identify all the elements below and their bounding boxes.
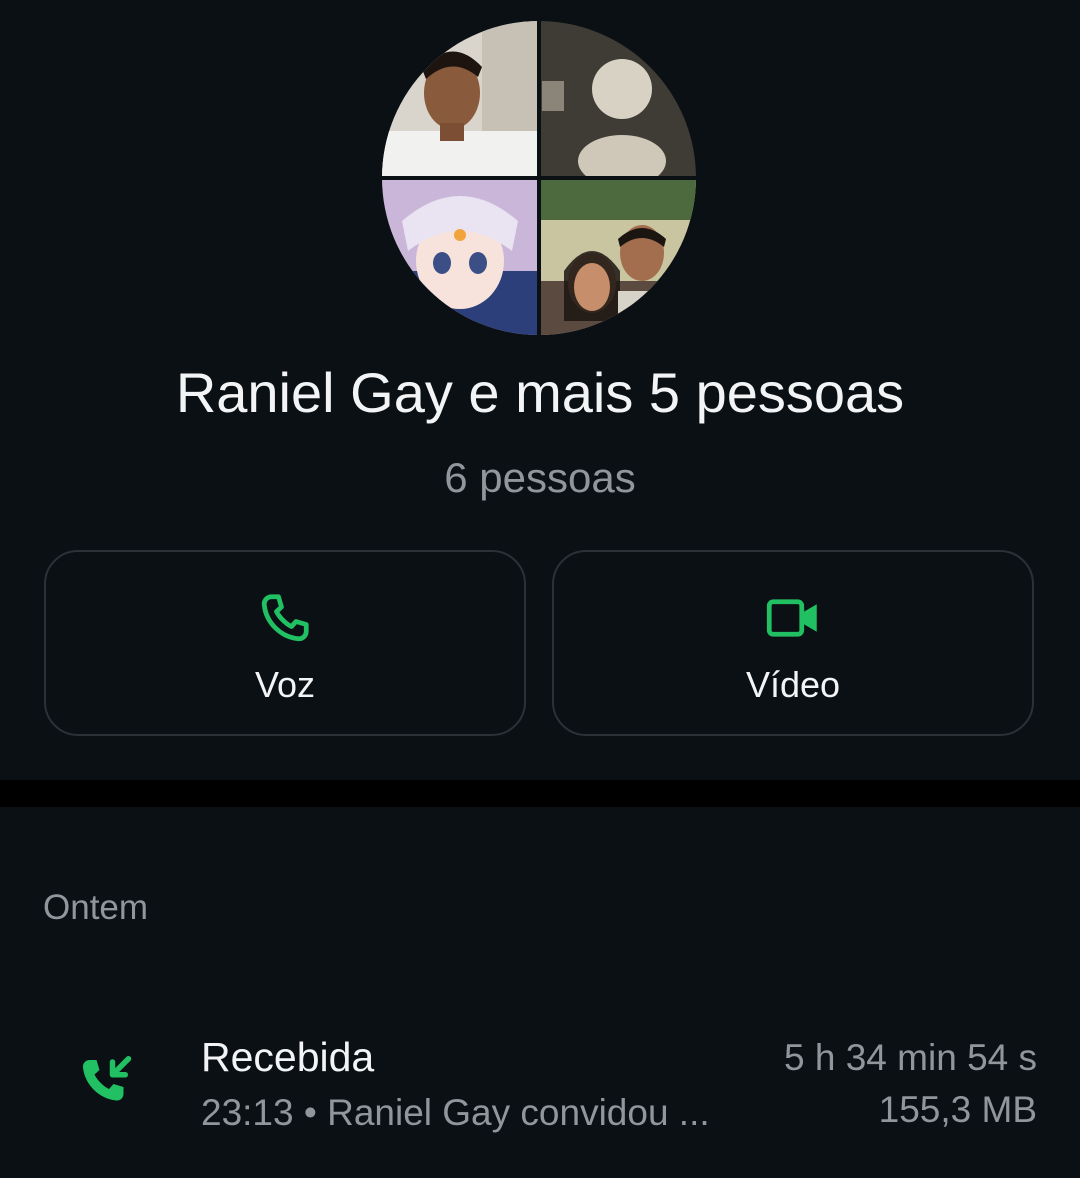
- call-title: Raniel Gay e mais 5 pessoas: [175, 361, 905, 424]
- date-section-label: Ontem: [43, 888, 149, 927]
- participant-count: 6 pessoas: [444, 454, 636, 501]
- call-log-item[interactable]: Recebida 23:13 • Raniel Gay convidou ...…: [0, 1020, 1080, 1160]
- call-type: Recebida: [201, 1034, 375, 1080]
- section-divider: [0, 780, 1080, 807]
- group-avatar: [382, 21, 696, 335]
- incoming-call-icon: [82, 1056, 132, 1101]
- call-info-header: Raniel Gay e mais 5 pessoas 6 pessoas Vo…: [0, 0, 1080, 780]
- video-call-label: Vídeo: [745, 664, 841, 705]
- video-camera-icon: [766, 599, 817, 637]
- avatar-photo-2: [541, 21, 696, 187]
- group-avatar-icon: [382, 21, 696, 335]
- avatar-photo-3: [382, 180, 537, 335]
- avatar-photo-1: [382, 21, 537, 176]
- call-data-size: 155,3 MB: [878, 1089, 1037, 1130]
- phone-icon: [261, 594, 309, 642]
- voice-call-label: Voz: [254, 664, 316, 705]
- call-detail: 23:13 • Raniel Gay convidou ...: [201, 1092, 710, 1133]
- avatar-photo-4: [541, 180, 696, 335]
- voice-call-button[interactable]: Voz: [44, 550, 526, 736]
- video-call-button[interactable]: Vídeo: [552, 550, 1034, 736]
- call-duration: 5 h 34 min 54 s: [784, 1037, 1037, 1078]
